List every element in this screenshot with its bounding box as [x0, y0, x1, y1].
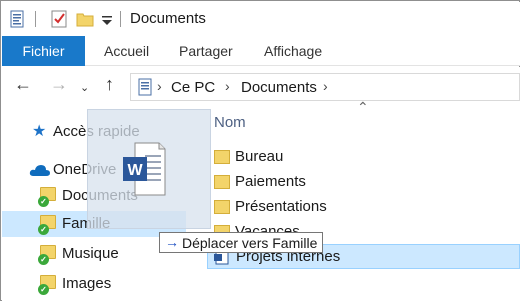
address-bar[interactable]: › Ce PC › Documents › — [130, 73, 520, 101]
file-row-bureau[interactable]: Bureau — [207, 145, 520, 170]
tab-fichier[interactable]: Fichier — [2, 36, 85, 66]
up-arrow-icon[interactable]: ↑ — [105, 75, 114, 93]
file-label: Présentations — [235, 198, 327, 215]
file-row-paiements[interactable]: Paiements — [207, 170, 520, 195]
file-list: ⌃ Nom Bureau Paiements Présentations Vac… — [207, 99, 520, 301]
breadcrumb-chevron-icon[interactable]: › — [225, 78, 230, 94]
sort-ascending-icon[interactable]: ⌃ — [357, 99, 369, 116]
nav-item-label: Images — [62, 275, 112, 292]
star-icon: ★ — [32, 123, 47, 140]
folder-icon — [214, 175, 230, 189]
folder-icon — [214, 200, 230, 214]
navigation-bar: ← → ⌄ ↑ › Ce PC › Documents › — [2, 67, 520, 105]
customize-toolbar-icon[interactable] — [98, 10, 116, 28]
tab-partager[interactable]: Partager — [179, 43, 233, 59]
synced-check-icon: ✓ — [38, 284, 49, 295]
breadcrumb-chevron-icon[interactable]: › — [157, 78, 162, 94]
breadcrumb-chevron-icon[interactable]: › — [323, 78, 328, 94]
title-separator — [35, 11, 36, 27]
folder-icon — [214, 150, 230, 164]
tooltip-text: Déplacer vers Famille — [182, 235, 318, 251]
new-folder-icon[interactable] — [76, 10, 94, 28]
column-header-name[interactable]: Nom — [214, 114, 246, 131]
documents-location-icon — [138, 78, 152, 96]
file-row-presentations[interactable]: Présentations — [207, 195, 520, 220]
checklist-icon[interactable] — [50, 10, 68, 28]
window-title: Documents — [130, 10, 206, 27]
breadcrumb-ce-pc[interactable]: Ce PC — [171, 79, 215, 96]
file-label: Bureau — [235, 148, 284, 165]
title-separator — [120, 11, 121, 27]
forward-arrow-icon[interactable]: → — [50, 75, 68, 93]
synced-check-icon: ✓ — [38, 254, 49, 265]
synced-check-icon: ✓ — [38, 224, 49, 235]
move-to-tooltip: → Déplacer vers Famille — [159, 232, 323, 253]
svg-text:W: W — [127, 162, 143, 179]
nav-item-label: Musique — [62, 245, 119, 262]
title-bar: Documents — [2, 2, 520, 36]
file-label: Paiements — [235, 173, 306, 190]
back-arrow-icon[interactable]: ← — [14, 75, 32, 93]
move-arrow-icon: → — [165, 234, 179, 250]
nav-item-images[interactable]: ✓ Images — [2, 271, 207, 297]
explorer-window: Documents Fichier Accueil Partager Affic… — [0, 0, 520, 301]
properties-icon[interactable] — [8, 10, 26, 28]
word-document-icon: W — [123, 142, 166, 196]
tab-accueil[interactable]: Accueil — [104, 43, 149, 59]
ribbon: Fichier Accueil Partager Affichage — [2, 36, 520, 66]
recent-locations-chevron-icon[interactable]: ⌄ — [80, 79, 89, 97]
tab-affichage[interactable]: Affichage — [264, 43, 322, 59]
cloud-icon — [29, 165, 50, 176]
breadcrumb-documents[interactable]: Documents — [241, 79, 317, 96]
synced-check-icon: ✓ — [38, 196, 49, 207]
